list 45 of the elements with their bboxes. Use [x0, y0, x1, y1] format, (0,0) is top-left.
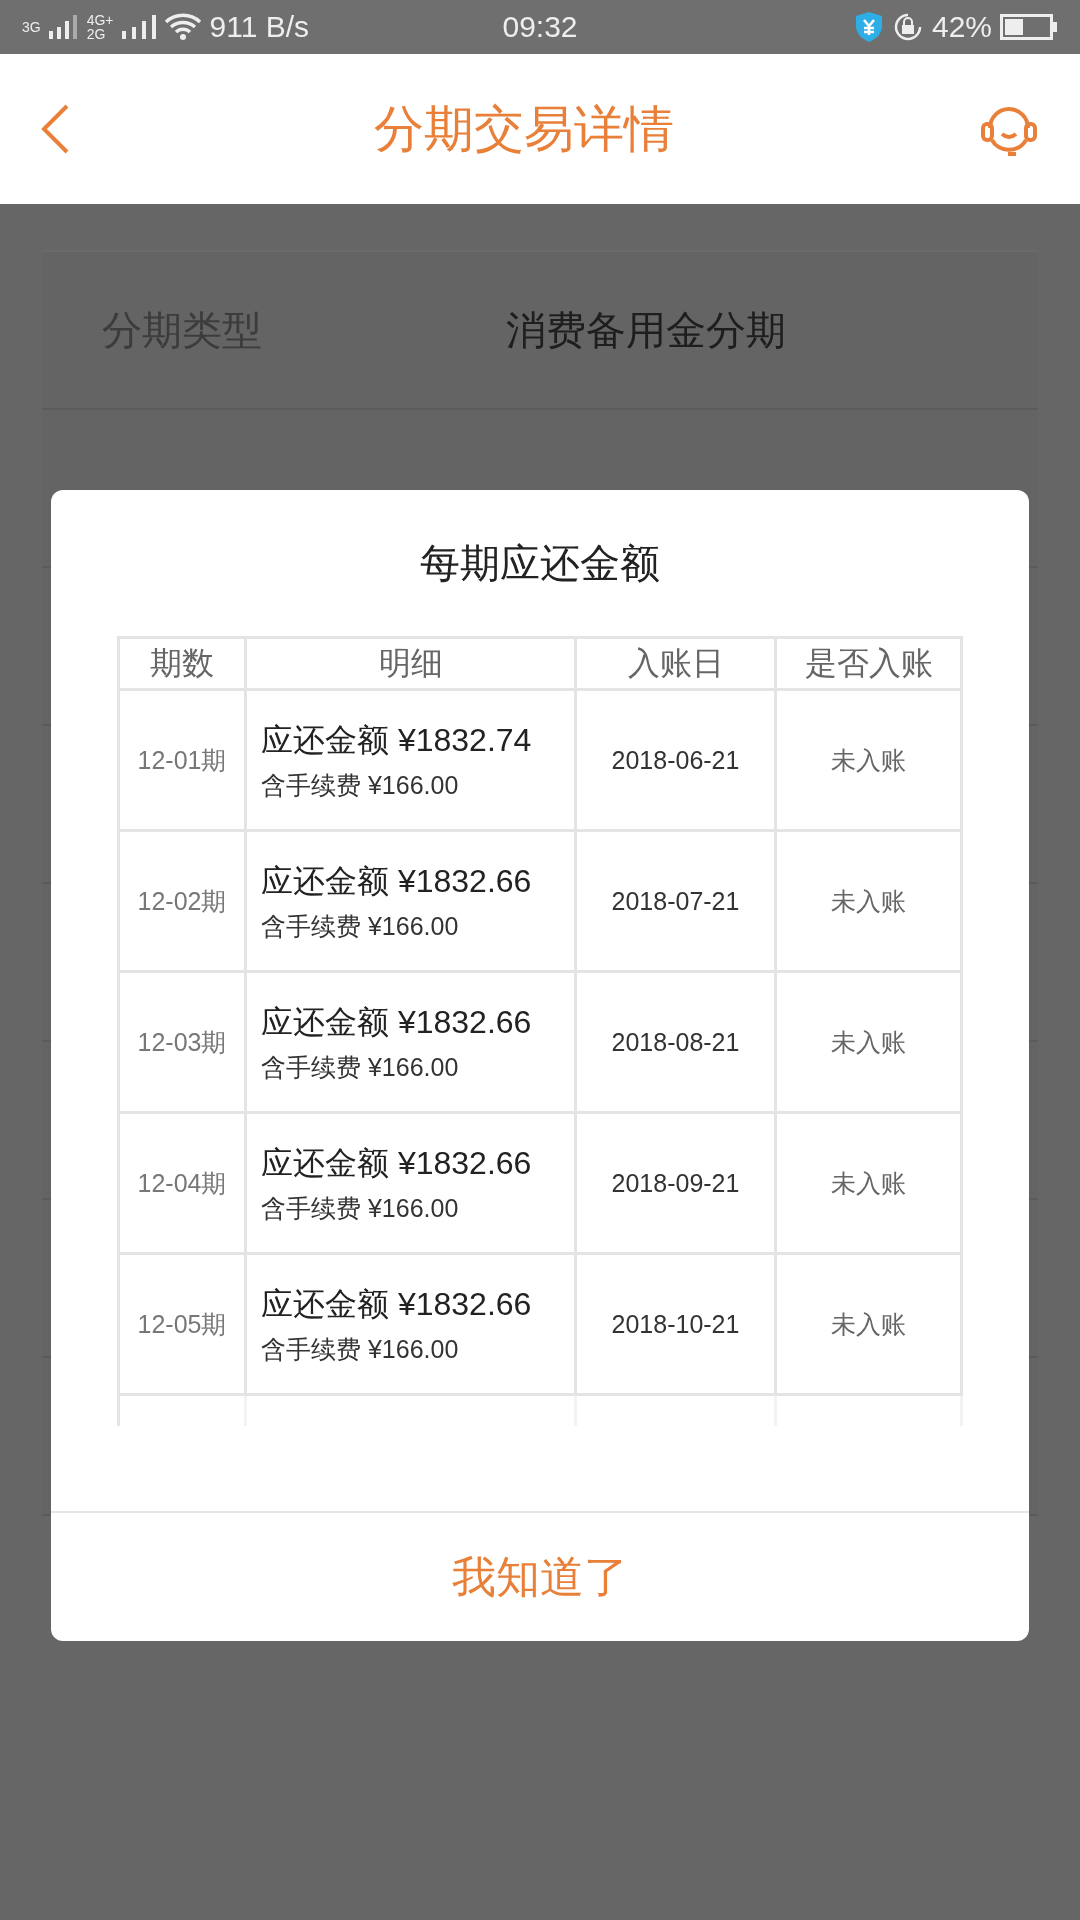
fee-text: 含手续费 ¥166.00 [261, 1192, 459, 1224]
fee-text: 含手续费 ¥166.00 [261, 769, 459, 801]
status-cell-text: 未入账 [831, 1026, 906, 1058]
period-cell-text: 12-04期 [137, 1167, 227, 1199]
network-label: 4G+ [86, 13, 114, 27]
status-cell-text: 未入账 [831, 885, 906, 917]
network-label: 2G [86, 27, 107, 41]
fee-text: 含手续费 ¥166.00 [261, 1333, 459, 1365]
confirm-button[interactable]: 我知道了 [51, 1511, 1029, 1641]
column-header: 是否入账 [804, 643, 933, 683]
date-cell: 2018-09-21 [611, 1168, 740, 1198]
battery-icon [1000, 14, 1058, 40]
period-cell-text: 12-03期 [137, 1026, 227, 1058]
signal-icon [48, 15, 79, 39]
wifi-icon [163, 13, 202, 41]
signal-icon [121, 15, 156, 39]
shield-icon [853, 11, 884, 43]
period-cell-text: 12-02期 [137, 885, 227, 917]
amount-text: 应还金额 ¥1832.66 [261, 1143, 532, 1183]
period-cell-text: 12-01期 [137, 744, 227, 776]
column-header: 入账日 [627, 643, 724, 683]
date-cell: 2018-07-21 [611, 886, 740, 916]
column-header: 明细 [378, 643, 443, 683]
amount-text: 应还金额 ¥1832.66 [261, 861, 532, 901]
status-cell-text: 未入账 [831, 1167, 906, 1199]
fee-text: 含手续费 ¥166.00 [261, 1051, 459, 1083]
network-label: 3G [22, 20, 41, 34]
clock: 09:32 [502, 10, 578, 44]
page-title: 分期交易详情 [374, 99, 674, 159]
status-cell-text: 未入账 [831, 744, 906, 776]
battery-percent: 42% [931, 10, 992, 44]
amount-text: 应还金额 ¥1832.74 [261, 720, 532, 760]
fee-text: 含手续费 ¥166.00 [261, 910, 459, 942]
network-speed: 911 B/s [209, 10, 310, 44]
amount-text: 应还金额 ¥1832.66 [261, 1284, 532, 1324]
date-cell: 2018-06-21 [611, 745, 740, 775]
period-cell-text: 12-05期 [137, 1308, 227, 1340]
date-cell: 2018-08-21 [611, 1027, 740, 1057]
dialog-title: 每期应还金额 [420, 539, 660, 587]
date-cell: 2018-10-21 [611, 1309, 740, 1339]
status-cell-text: 未入账 [831, 1308, 906, 1340]
column-header: 期数 [150, 643, 214, 683]
back-icon[interactable] [40, 104, 70, 154]
detail-value: 消费备用金分期 [506, 306, 786, 354]
amount-text: 应还金额 ¥1832.66 [261, 1002, 532, 1042]
